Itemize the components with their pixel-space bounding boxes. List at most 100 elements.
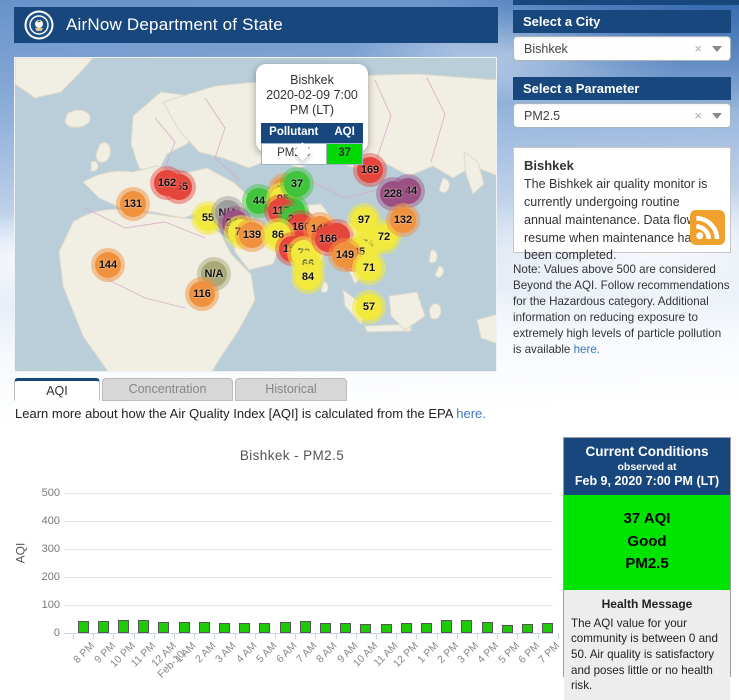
x-axis-tick [113, 633, 114, 639]
chart-plot: 01002003004005008 PM9 PM10 PM11 PM12 AM … [14, 438, 560, 677]
gridline [64, 493, 553, 494]
aqi-marker[interactable]: 228 [380, 181, 406, 207]
aqi-marker[interactable]: 162 [154, 170, 180, 196]
city-dropdown[interactable]: Bishkek × [513, 36, 731, 61]
x-axis-label: 1 PM [415, 640, 441, 666]
aqi-marker[interactable]: 116 [189, 281, 215, 307]
aqi-chart: Bishkek - PM2.5 AQI 01002003004005008 PM… [14, 438, 560, 677]
aqi-marker[interactable]: 131 [120, 191, 146, 217]
learn-more-text: Learn more about how the Air Quality Ind… [15, 406, 486, 421]
rss-icon[interactable] [690, 210, 725, 245]
x-axis-tick [356, 633, 357, 639]
note-here-link[interactable]: here. [574, 343, 600, 356]
tab-historical[interactable]: Historical [235, 378, 347, 401]
info-box-title: Bishkek [524, 157, 720, 175]
aqi-marker[interactable]: 144 [95, 252, 121, 278]
popup-datetime: 2020-02-09 7:00 PM (LT) [256, 88, 368, 118]
chart-bar [300, 621, 311, 633]
city-dropdown-value: Bishkek [524, 42, 694, 56]
gridline [64, 605, 553, 606]
y-axis-tick-label: 300 [32, 543, 60, 555]
x-axis-tick [235, 633, 236, 639]
aqi-marker[interactable]: 71 [356, 255, 382, 281]
aqi-marker[interactable]: 84 [295, 264, 321, 290]
aqi-marker[interactable]: 149 [332, 242, 358, 268]
y-axis-tick-label: 200 [32, 571, 60, 583]
info-box-body: The Bishkek air quality monitor is curre… [524, 177, 716, 262]
chart-bar [542, 623, 553, 633]
app-header: AirNow Department of State [14, 7, 498, 43]
current-conditions-title: Current Conditions [568, 444, 726, 459]
aqi-marker[interactable]: 139 [239, 222, 265, 248]
y-axis-tick-label: 100 [32, 599, 60, 611]
y-axis-tick-label: 500 [32, 487, 60, 499]
observed-datetime: Feb 9, 2020 7:00 PM (LT) [568, 474, 726, 488]
x-axis-label: 6 PM [516, 640, 542, 666]
chart-bar [199, 622, 210, 633]
x-axis-label: 2 AM [193, 640, 218, 665]
chart-bar [118, 620, 129, 633]
x-axis-label: 5 PM [496, 640, 522, 666]
health-message-text: The AQI value for your community is betw… [571, 616, 723, 694]
x-axis-tick [437, 633, 438, 639]
x-axis-tick [538, 633, 539, 639]
clear-city-icon[interactable]: × [694, 41, 702, 56]
chart-bar [441, 620, 452, 633]
city-info-box: Bishkek The Bishkek air quality monitor … [513, 147, 731, 253]
x-axis-label: 5 AM [254, 640, 279, 665]
chart-bar [158, 622, 169, 633]
chart-bar [522, 624, 533, 633]
chart-bar [219, 623, 230, 633]
x-axis-tick [174, 633, 175, 639]
gridline [64, 549, 553, 550]
x-axis-tick [275, 633, 276, 639]
x-axis-tick [497, 633, 498, 639]
x-axis-label: 6 AM [274, 640, 299, 665]
chart-bar [280, 622, 291, 633]
popup-table: Pollutant AQI PM2.5 37 [261, 123, 364, 165]
tab-aqi[interactable]: AQI [14, 378, 100, 401]
popup-aqi-value: 37 [326, 143, 362, 164]
observed-at-label: observed at [568, 461, 726, 473]
aqi-marker[interactable]: 57 [356, 294, 382, 320]
x-axis-label: 1 AM [173, 640, 198, 665]
map[interactable]: 155162131144N/A11655N/A24170139441459523… [14, 57, 497, 372]
tab-concentration[interactable]: Concentration [102, 378, 233, 401]
x-axis-label: 8 PM [72, 640, 98, 666]
epa-here-link[interactable]: here. [456, 406, 486, 421]
x-axis-tick [416, 633, 417, 639]
x-axis-label: 7 AM [294, 640, 319, 665]
page-title: AirNow Department of State [66, 15, 283, 35]
aqi-value: 37 AQI [564, 508, 730, 531]
clear-parameter-icon[interactable]: × [694, 108, 702, 123]
map-popup: Bishkek 2020-02-09 7:00 PM (LT) Pollutan… [256, 64, 368, 152]
chart-bar [482, 622, 493, 633]
note-text: Note: Values above 500 are considered Be… [513, 262, 731, 358]
aqi-marker[interactable]: 132 [390, 207, 416, 233]
x-axis-label: 3 PM [455, 640, 481, 666]
chevron-down-icon[interactable] [712, 113, 722, 119]
select-city-header: Select a City [513, 10, 731, 33]
x-axis-tick [396, 633, 397, 639]
chart-bar [360, 624, 371, 633]
popup-col-aqi: AQI [326, 123, 362, 143]
chart-bar [421, 623, 432, 633]
x-axis-tick [255, 633, 256, 639]
select-parameter-header: Select a Parameter [513, 77, 731, 100]
parameter-dropdown-value: PM2.5 [524, 109, 694, 123]
aqi-marker[interactable]: 37 [284, 171, 310, 197]
popup-col-pollutant: Pollutant [261, 123, 326, 143]
chevron-down-icon[interactable] [712, 46, 722, 52]
x-axis-tick [194, 633, 195, 639]
chart-bar [461, 620, 472, 633]
parameter-dropdown[interactable]: PM2.5 × [513, 103, 731, 128]
x-axis-label: 4 AM [234, 640, 259, 665]
chart-bar [179, 622, 190, 633]
chart-bar [340, 623, 351, 633]
chart-bar [239, 623, 250, 633]
x-axis-tick [134, 633, 135, 639]
chart-bar [78, 621, 89, 633]
health-message-title: Health Message [571, 596, 723, 612]
y-axis-tick-label: 400 [32, 515, 60, 527]
gridline [64, 577, 553, 578]
